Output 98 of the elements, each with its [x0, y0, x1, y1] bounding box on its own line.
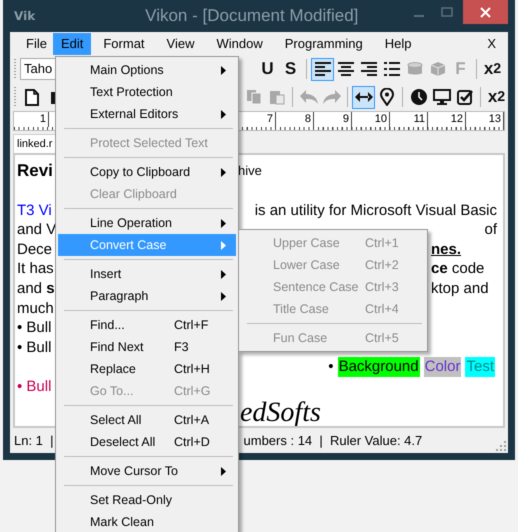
submenu-arrow-icon — [221, 466, 226, 476]
submenu-arrow-icon — [221, 270, 226, 278]
submenu-arrow-icon — [221, 240, 226, 250]
document-text: Revi — [17, 161, 53, 180]
shortcut-text: Ctrl+H — [174, 362, 210, 376]
document-text: ktop and — [431, 280, 489, 297]
shortcut-text: Ctrl+G — [174, 384, 210, 398]
menu-item[interactable]: Replace Ctrl+H — [58, 358, 236, 380]
menu-item[interactable]: Deselect All Ctrl+D — [58, 431, 236, 453]
document-text: • Bull — [17, 378, 52, 395]
resize-grip-icon — [496, 441, 506, 451]
cube-icon — [430, 61, 446, 77]
clock-icon — [410, 89, 426, 105]
document-text: • Bull — [17, 319, 52, 336]
menu-item[interactable]: Find Next F3 — [58, 336, 236, 358]
document-text: • Bull — [17, 338, 52, 356]
document-text: Dece — [17, 240, 52, 258]
document-text: and s — [17, 280, 55, 297]
document-text: T3 Vi — [17, 202, 52, 219]
menu-item[interactable]: Text Protection — [58, 81, 236, 103]
menu-item[interactable]: Mark Clean — [58, 511, 236, 532]
close-icon — [480, 6, 491, 18]
menu-item[interactable]: Move Cursor To — [58, 460, 236, 482]
menu-item[interactable]: Line Operation — [58, 212, 236, 234]
close-document-button[interactable]: X — [479, 32, 504, 54]
redo-icon — [322, 90, 340, 104]
app-label: Vik — [14, 9, 36, 23]
checkbox-icon — [456, 89, 472, 105]
minimize-icon — [414, 15, 424, 17]
menu-item[interactable]: Set Read-Only — [58, 489, 236, 511]
document-text: nes. — [431, 240, 462, 258]
format-button[interactable]: U — [256, 58, 279, 80]
ruler-number: 8 — [276, 112, 314, 127]
document-text: of — [484, 221, 497, 238]
align-left-icon — [314, 62, 330, 76]
monitor-icon — [432, 89, 450, 105]
ruler-number: 13 — [466, 112, 504, 127]
menu-bar-item[interactable]: View — [158, 32, 202, 54]
menu-bar-item[interactable]: Format — [95, 32, 153, 54]
bullet-text: • — [328, 357, 334, 377]
document-text: much — [17, 300, 54, 317]
undo-icon — [300, 90, 318, 104]
menu-bar-item[interactable]: Edit — [52, 32, 92, 54]
status-text: umbers : 14 | Ruler Value: 4.7 — [244, 433, 422, 448]
menu-item[interactable]: Find... Ctrl+F — [58, 314, 236, 336]
pin-icon — [380, 88, 394, 106]
menu-bar-item[interactable]: Help — [376, 32, 420, 54]
shortcut-text: Ctrl+A — [174, 413, 210, 427]
highlighted-text: Test — [466, 358, 494, 376]
ruler-number: 11 — [390, 112, 428, 127]
shortcut-text: Ctrl+1 — [365, 236, 399, 250]
document-text: ce code — [431, 260, 484, 278]
copy-icon — [246, 89, 262, 105]
ruler-number: 1 — [14, 112, 49, 127]
menu-item[interactable]: Select All Ctrl+A — [58, 409, 236, 431]
align-center-icon — [338, 62, 354, 76]
menu-item[interactable]: Main Options — [58, 59, 236, 81]
submenu-arrow-icon — [221, 218, 226, 228]
ruler-number: 10 — [352, 112, 390, 127]
paste-icon — [268, 89, 284, 105]
ruler-number: 7 — [246, 112, 276, 127]
window-title: Vikon - [Document Modified] — [145, 6, 358, 26]
format-button[interactable]: S — [279, 58, 302, 80]
submenu-arrow-icon — [221, 66, 226, 74]
menu-bar-item[interactable]: File — [18, 32, 55, 54]
highlighted-text: Color — [424, 358, 460, 376]
horizontal-arrows-icon — [354, 92, 372, 102]
document-text: is an utility for Microsoft Visual Basic — [254, 202, 497, 219]
toolbar-button[interactable] — [311, 58, 334, 80]
submenu-arrow-icon — [221, 110, 226, 118]
menu-bar-item[interactable]: Programming — [276, 32, 371, 54]
shortcut-text: Ctrl+2 — [365, 258, 399, 272]
submenu-arrow-icon — [221, 292, 226, 300]
shortcut-text: Ctrl+3 — [365, 280, 399, 294]
menu-item[interactable]: Copy to Clipboard — [58, 161, 236, 183]
shortcut-text: Ctrl+4 — [365, 302, 399, 316]
submenu-arrow-icon — [221, 168, 226, 176]
maximize-icon — [441, 7, 453, 17]
menu-item[interactable]: Paragraph — [58, 285, 236, 307]
ruler-number: 9 — [314, 112, 352, 127]
shortcut-text: Ctrl+F — [174, 318, 208, 332]
status-text: Ln: 1 | — [14, 433, 54, 448]
shortcut-text: F3 — [174, 340, 189, 354]
shortcut-text: Ctrl+5 — [365, 331, 399, 345]
close-button[interactable] — [463, 0, 508, 24]
new-document-icon — [24, 88, 38, 106]
document-text: It has — [17, 260, 54, 278]
menu-bar-item[interactable]: Window — [208, 32, 271, 54]
shortcut-text: Ctrl+D — [174, 435, 210, 449]
toolbar-button[interactable] — [352, 86, 375, 108]
align-right-icon — [360, 62, 376, 76]
highlighted-text: Background — [338, 358, 419, 376]
document-tab[interactable]: linked.r — [13, 134, 56, 153]
menu-item[interactable]: Insert — [58, 263, 236, 285]
bullet-list-icon — [384, 62, 400, 76]
cylinder-icon — [406, 61, 422, 77]
document-text: hive — [238, 163, 262, 178]
ruler-number: 12 — [428, 112, 466, 127]
